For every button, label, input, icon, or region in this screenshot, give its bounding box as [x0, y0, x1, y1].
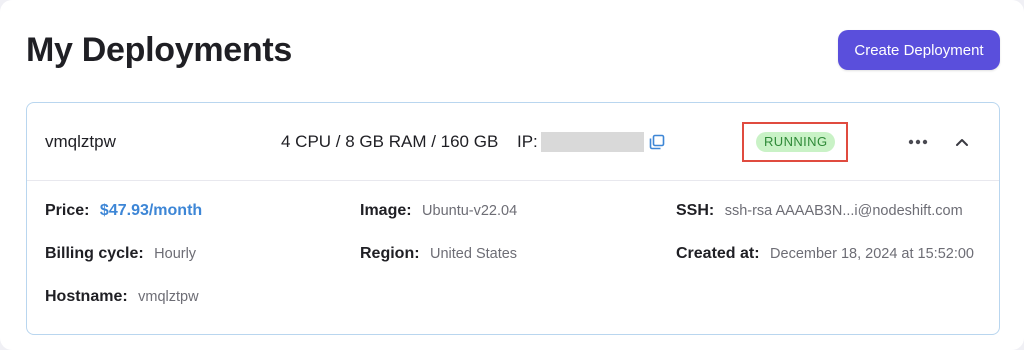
deployments-panel: My Deployments Create Deployment vmqlztp… [0, 0, 1024, 350]
deployment-card-header[interactable]: vmqlztpw 4 CPU / 8 GB RAM / 160 GB IP: R… [27, 103, 999, 181]
region-value: United States [430, 246, 518, 262]
ip-label: IP: [517, 132, 538, 151]
ssh-value: ssh-rsa AAAAB3N...i@nodeshift.com [724, 203, 963, 219]
hostname-label: Hostname: [45, 288, 128, 305]
created-at-field: Created at: December 18, 2024 at 15:52:0… [676, 245, 974, 263]
billing-cycle-label: Billing cycle: [45, 245, 144, 262]
created-at-value: December 18, 2024 at 15:52:00 [770, 246, 974, 262]
deployment-card: vmqlztpw 4 CPU / 8 GB RAM / 160 GB IP: R… [26, 102, 1000, 335]
copy-icon[interactable] [649, 134, 665, 150]
billing-cycle-field: Billing cycle: Hourly [45, 245, 196, 263]
create-deployment-button[interactable]: Create Deployment [838, 30, 1000, 70]
price-field: Price: $47.93/month [45, 202, 202, 220]
image-label: Image: [360, 202, 412, 219]
created-at-label: Created at: [676, 245, 760, 262]
ip-address-redacted [541, 132, 644, 152]
image-field: Image: Ubuntu-v22.04 [360, 202, 517, 220]
ssh-label: SSH: [676, 202, 715, 219]
region-label: Region: [360, 245, 420, 262]
ssh-field: SSH: ssh-rsa AAAAB3N...i@nodeshift.com [676, 202, 963, 220]
chevron-up-icon[interactable] [951, 131, 973, 153]
page-title: My Deployments [26, 31, 292, 69]
region-field: Region: United States [360, 245, 517, 263]
billing-cycle-value: Hourly [154, 246, 197, 262]
image-value: Ubuntu-v22.04 [422, 203, 518, 219]
status-highlight-box: RUNNING [742, 122, 848, 162]
status-badge: RUNNING [756, 132, 836, 152]
hostname-field: Hostname: vmqlztpw [45, 288, 199, 306]
deployment-specs: 4 CPU / 8 GB RAM / 160 GB [281, 132, 499, 151]
price-label: Price: [45, 202, 90, 219]
deployment-name: vmqlztpw [45, 132, 116, 151]
more-horizontal-icon[interactable] [905, 131, 931, 153]
hostname-value: vmqlztpw [138, 289, 199, 305]
price-value: $47.93/month [99, 202, 203, 219]
